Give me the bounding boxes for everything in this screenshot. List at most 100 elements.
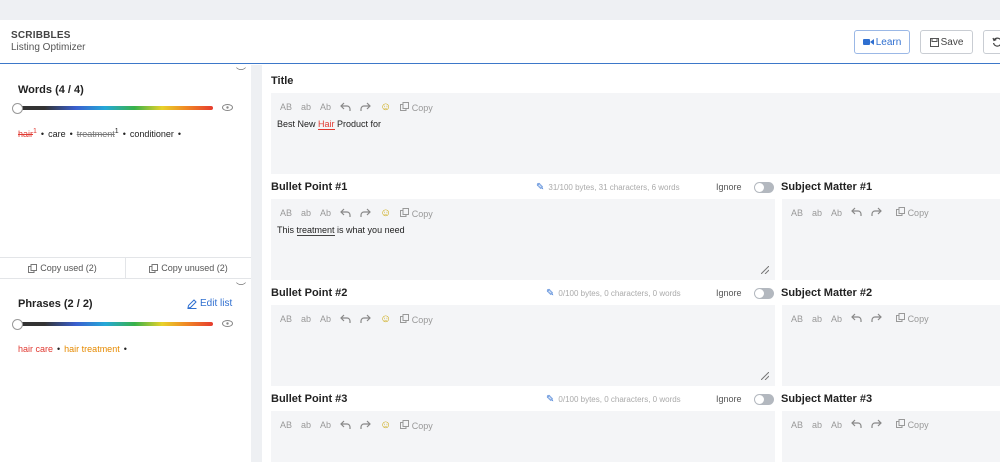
uppercase-button[interactable]: AB [791, 420, 803, 430]
redo-icon[interactable] [360, 420, 371, 431]
capitalize-button[interactable]: Ab [831, 420, 842, 430]
phrases-slider-handle[interactable] [12, 319, 23, 330]
collapse-words-icon[interactable]: ︶ [236, 69, 246, 79]
bullet-2-editor[interactable]: AB ab Ab ☺ Copy [271, 305, 775, 386]
lowercase-button[interactable]: ab [301, 102, 311, 112]
copy-button[interactable]: Copy [400, 101, 442, 113]
capitalize-button[interactable]: Ab [831, 314, 842, 324]
eye-icon[interactable] [222, 103, 233, 113]
bullet-3-editor[interactable]: AB ab Ab ☺ Copy [271, 411, 775, 462]
words-slider-handle[interactable] [12, 103, 23, 114]
copy-button[interactable]: Copy [896, 419, 938, 430]
word-item[interactable]: care [48, 129, 66, 139]
capitalize-button[interactable]: Ab [320, 420, 331, 430]
resize-handle-icon[interactable] [761, 372, 769, 380]
emoji-icon[interactable]: ☺ [380, 101, 391, 113]
copy-button[interactable]: Copy [400, 419, 442, 431]
copy-icon [400, 419, 410, 429]
undo-icon[interactable] [340, 420, 351, 431]
ignore-toggle[interactable] [754, 288, 774, 299]
bullet-3-stats[interactable]: ✎ 0/100 bytes, 0 characters, 0 words [546, 394, 681, 405]
undo-icon[interactable] [851, 207, 862, 218]
phrases-slider[interactable] [17, 322, 213, 326]
lowercase-button[interactable]: ab [812, 208, 822, 218]
emoji-icon[interactable]: ☺ [380, 419, 391, 431]
emoji-icon[interactable]: ☺ [380, 207, 391, 219]
copy-button[interactable]: Copy [896, 313, 938, 324]
lowercase-button[interactable]: ab [301, 314, 311, 324]
lowercase-button[interactable]: ab [812, 420, 822, 430]
redo-icon[interactable] [871, 419, 882, 430]
copy-icon [400, 313, 410, 323]
redo-icon[interactable] [871, 207, 882, 218]
emoji-icon[interactable]: ☺ [380, 313, 391, 325]
copy-button[interactable]: Copy [896, 207, 938, 218]
collapse-phrases-icon[interactable]: ︶ [236, 284, 246, 294]
lowercase-button[interactable]: ab [812, 314, 822, 324]
copy-button[interactable]: Copy [400, 207, 442, 219]
redo-icon[interactable] [871, 313, 882, 324]
word-item[interactable]: conditioner [130, 129, 174, 139]
capitalize-button[interactable]: Ab [320, 102, 331, 112]
phrase-item[interactable]: hair treatment [64, 344, 120, 354]
ignore-toggle[interactable] [754, 394, 774, 405]
uppercase-button[interactable]: AB [280, 420, 292, 430]
copy-button[interactable]: Copy [400, 313, 442, 325]
bullet-2-label: Bullet Point #2 [271, 287, 348, 299]
bullet-1-editor[interactable]: AB ab Ab ☺ Copy This treatment is what y… [271, 199, 775, 280]
redo-icon[interactable] [360, 102, 371, 113]
word-item[interactable]: hair [18, 129, 33, 139]
top-strip [0, 0, 1000, 20]
undo-icon[interactable] [340, 208, 351, 219]
copy-used-button[interactable]: Copy used (2) [0, 258, 125, 278]
subject-matter-1-editor[interactable]: AB ab Ab Copy [782, 199, 1000, 280]
learn-button[interactable]: Learn [854, 30, 910, 54]
capitalize-button[interactable]: Ab [831, 208, 842, 218]
undo-icon[interactable] [340, 314, 351, 325]
lowercase-button[interactable]: ab [301, 420, 311, 430]
title-editor[interactable]: AB ab Ab ☺ Copy Best New Hair Product fo… [271, 93, 1000, 174]
lowercase-button[interactable]: ab [301, 208, 311, 218]
copy-label: Copy [411, 102, 433, 113]
keyword-highlight: treatment [296, 225, 335, 236]
words-title: Words (4 / 4) [18, 84, 84, 96]
eye-icon[interactable] [222, 319, 233, 329]
copy-icon [896, 207, 906, 216]
bullet-2-stats[interactable]: ✎ 0/100 bytes, 0 characters, 0 words [546, 288, 681, 299]
uppercase-button[interactable]: AB [280, 314, 292, 324]
save-button[interactable]: Save [920, 30, 973, 54]
redo-icon[interactable] [360, 314, 371, 325]
panel-divider[interactable] [251, 65, 262, 462]
undo-icon[interactable] [851, 313, 862, 324]
uppercase-button[interactable]: AB [791, 208, 803, 218]
capitalize-button[interactable]: Ab [320, 314, 331, 324]
subject-matter-2-toolbar: AB ab Ab Copy [791, 313, 947, 324]
copy-icon [400, 207, 410, 217]
undo-icon[interactable] [340, 102, 351, 113]
history-icon [992, 37, 1000, 47]
title-text[interactable]: Best New Hair Product for [277, 119, 381, 130]
word-item[interactable]: treatment [77, 129, 115, 139]
bullet-1-stats[interactable]: ✎ 31/100 bytes, 31 characters, 6 words [536, 182, 680, 193]
words-slider[interactable] [17, 106, 213, 110]
capitalize-button[interactable]: Ab [320, 208, 331, 218]
subject-matter-3-editor[interactable]: AB ab Ab Copy [782, 411, 1000, 462]
history-button[interactable] [983, 30, 1000, 54]
resize-handle-icon[interactable] [761, 266, 769, 274]
redo-icon[interactable] [360, 208, 371, 219]
undo-icon[interactable] [851, 419, 862, 430]
subject-matter-2-editor[interactable]: AB ab Ab Copy [782, 305, 1000, 386]
bullet-3-toolbar: AB ab Ab ☺ Copy [280, 419, 451, 431]
copy-unused-button[interactable]: Copy unused (2) [125, 258, 251, 278]
bullet-1-text[interactable]: This treatment is what you need [277, 225, 405, 236]
edit-list-link[interactable]: Edit list [187, 298, 232, 309]
ignore-toggle[interactable] [754, 182, 774, 193]
uppercase-button[interactable]: AB [280, 102, 292, 112]
edit-list-label: Edit list [200, 298, 233, 309]
uppercase-button[interactable]: AB [791, 314, 803, 324]
copy-label: Copy [411, 208, 433, 219]
uppercase-button[interactable]: AB [280, 208, 292, 218]
phrase-item[interactable]: hair care [18, 344, 53, 354]
floppy-disk-icon [929, 37, 939, 47]
word-count: 1 [114, 128, 119, 135]
